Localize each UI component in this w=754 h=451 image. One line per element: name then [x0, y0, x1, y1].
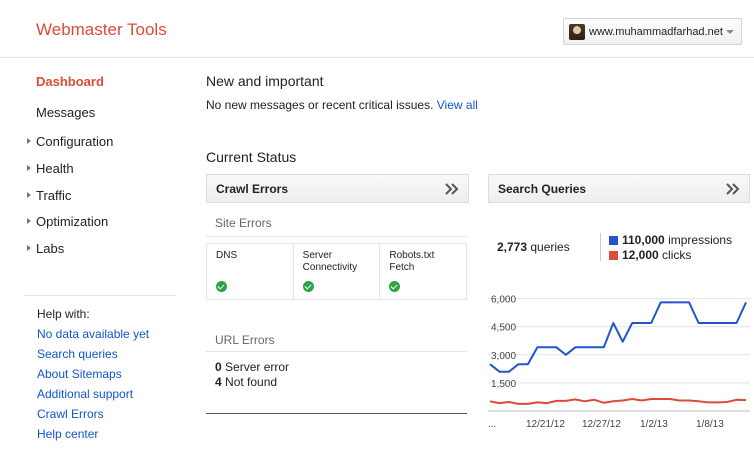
- check-circle-icon: [302, 281, 314, 292]
- clicks-count: 12,000: [622, 248, 659, 262]
- crawl-errors-title: Crawl Errors: [216, 182, 289, 196]
- check-circle-icon: [389, 281, 401, 292]
- site-selector[interactable]: www.muhammadfarhad.net: [563, 18, 742, 45]
- expand-arrow-icon: [27, 138, 31, 144]
- search-queries-title: Search Queries: [498, 182, 587, 196]
- y-tick-label: 6,000: [491, 295, 516, 306]
- site-error-label: Server: [302, 250, 333, 261]
- site-favicon-icon: [569, 23, 585, 40]
- clicks-swatch: [609, 251, 618, 260]
- url-error-row[interactable]: 0 Server error: [215, 360, 289, 374]
- sidebar-item-dashboard[interactable]: Dashboard: [36, 74, 104, 89]
- x-tick-label: ...: [488, 419, 496, 430]
- sidebar-item-optimization[interactable]: Optimization: [36, 214, 108, 229]
- app-title: Webmaster Tools: [36, 20, 167, 39]
- site-error-label: DNS: [216, 250, 238, 261]
- site-error-server-connectivity[interactable]: Server Connectivity: [294, 244, 381, 299]
- expand-arrow-icon: [27, 165, 31, 171]
- help-link-help-center[interactable]: Help center: [37, 427, 176, 441]
- help-link-search-queries[interactable]: Search queries: [37, 347, 176, 361]
- impressions-count: 110,000: [622, 233, 665, 247]
- help-link-about-sitemaps[interactable]: About Sitemaps: [37, 367, 176, 381]
- notice-text: No new messages or recent critical issue…: [206, 98, 434, 112]
- chevron-down-icon: [726, 30, 734, 34]
- impressions-series-line: [489, 301, 747, 373]
- clicks-series-line: [489, 398, 747, 405]
- site-error-label: Connectivity: [302, 262, 358, 273]
- search-queries-header: Search Queries: [488, 174, 750, 203]
- sidebar-item-traffic[interactable]: Traffic: [36, 188, 71, 203]
- clicks-legend: 12,000 clicks: [609, 248, 691, 262]
- new-important-message: No new messages or recent critical issue…: [206, 98, 478, 112]
- top-bar: Webmaster Tools www.muhammadfarhad.net: [0, 0, 754, 58]
- url-error-label: Server error: [225, 360, 290, 374]
- site-error-robots-fetch[interactable]: Robots.txt Fetch: [380, 244, 466, 299]
- help-link-no-data[interactable]: No data available yet: [37, 327, 176, 341]
- sidebar-item-health[interactable]: Health: [36, 161, 74, 176]
- help-panel: Help with: No data available yet Search …: [24, 295, 176, 441]
- clicks-label: clicks: [662, 248, 692, 262]
- y-tick-label: 1,500: [491, 379, 516, 390]
- impressions-label: impressions: [668, 233, 733, 247]
- help-link-additional-support[interactable]: Additional support: [37, 387, 176, 401]
- site-error-label: Robots.txt: [389, 250, 435, 261]
- x-tick-label: 1/8/13: [696, 419, 724, 430]
- url-error-row[interactable]: 4 Not found: [215, 375, 277, 389]
- sidebar-item-labs[interactable]: Labs: [36, 241, 64, 256]
- x-tick-label: 12/21/12: [526, 419, 565, 430]
- queries-label: queries: [530, 240, 570, 254]
- divider: [206, 351, 467, 352]
- search-queries-chart: 6,000 4,500 3,000 1,500... 12/21/12 12/27/12 1…: [488, 295, 750, 430]
- y-tick-label: 4,500: [491, 323, 516, 334]
- site-error-label: Fetch: [389, 262, 415, 273]
- help-link-crawl-errors[interactable]: Crawl Errors: [37, 407, 176, 421]
- url-errors-title: URL Errors: [215, 333, 275, 347]
- card-bottom-border: [206, 413, 467, 414]
- url-error-count: 0: [215, 360, 222, 374]
- double-chevron-right-icon[interactable]: [445, 183, 459, 195]
- view-all-link[interactable]: View all: [437, 98, 478, 112]
- current-status-title: Current Status: [206, 149, 297, 165]
- expand-arrow-icon: [27, 245, 31, 251]
- url-error-label: Not found: [225, 375, 278, 389]
- sidebar-item-configuration[interactable]: Configuration: [36, 134, 113, 149]
- site-selector-value: www.muhammadfarhad.net: [589, 25, 723, 38]
- impressions-swatch: [609, 236, 618, 245]
- divider: [206, 236, 467, 237]
- queries-count: 2,773: [497, 240, 528, 254]
- sidebar-item-messages[interactable]: Messages: [36, 105, 95, 120]
- double-chevron-right-icon[interactable]: [726, 183, 740, 195]
- impressions-legend: 110,000 impressions: [609, 233, 732, 247]
- crawl-errors-header: Crawl Errors: [206, 174, 469, 203]
- new-important-title: New and important: [206, 73, 324, 89]
- legend-divider: [600, 233, 601, 261]
- check-circle-icon: [216, 281, 227, 292]
- queries-stat: 2,773 queries: [497, 240, 570, 254]
- expand-arrow-icon: [27, 192, 31, 198]
- x-tick-label: 1/2/13: [640, 419, 668, 430]
- url-error-count: 4: [215, 375, 222, 389]
- site-error-dns[interactable]: DNS: [207, 244, 294, 299]
- site-errors-title: Site Errors: [215, 216, 272, 230]
- y-tick-label: 3,000: [491, 351, 516, 362]
- x-tick-label: 12/27/12: [582, 419, 621, 430]
- help-title: Help with:: [37, 307, 90, 321]
- site-errors-grid: DNS Server Connectivity Robots.txt Fetch: [206, 243, 467, 300]
- expand-arrow-icon: [27, 218, 31, 224]
